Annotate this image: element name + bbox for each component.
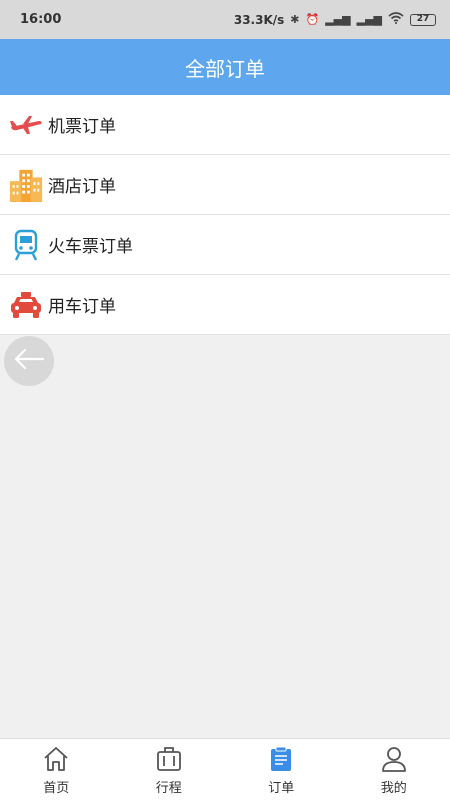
bluetooth-icon: ✱ — [290, 13, 300, 26]
network-speed: 33.3K/s — [233, 12, 285, 27]
luggage-icon — [155, 745, 183, 773]
order-row-label: 酒店订单 — [48, 177, 116, 197]
tab-mine[interactable]: 我的 — [338, 739, 450, 800]
back-button[interactable] — [4, 336, 54, 386]
tab-home[interactable]: 首页 — [0, 739, 113, 800]
tab-label: 首页 — [43, 781, 70, 796]
status-bar: 16:00 33.3K/s ✱ ⏰ ▂▄▆ ▂▄▆ 27 — [0, 0, 450, 39]
user-icon — [380, 745, 408, 773]
wifi-icon — [388, 12, 404, 27]
hotel-building-icon — [8, 167, 44, 203]
order-row-train[interactable]: 火车票订单 — [0, 215, 450, 275]
order-clipboard-icon — [267, 745, 295, 773]
tab-trips[interactable]: 行程 — [113, 739, 226, 800]
home-icon — [42, 745, 70, 773]
order-row-label: 用车订单 — [48, 297, 116, 317]
bottom-tab-bar: 首页 行程 订单 我的 — [0, 738, 450, 800]
order-row-label: 机票订单 — [48, 117, 116, 137]
status-indicators: 33.3K/s ✱ ⏰ ▂▄▆ ▂▄▆ 27 — [234, 12, 436, 27]
signal-icon-2: ▂▄▆ — [356, 13, 382, 26]
order-row-flight[interactable]: 机票订单 — [0, 95, 450, 155]
tab-orders[interactable]: 订单 — [225, 739, 338, 800]
order-row-car[interactable]: 用车订单 — [0, 275, 450, 335]
battery-icon: 27 — [410, 13, 436, 26]
airplane-icon — [8, 107, 44, 143]
order-row-hotel[interactable]: 酒店订单 — [0, 155, 450, 215]
order-row-label: 火车票订单 — [48, 237, 133, 257]
status-time: 16:00 — [20, 12, 62, 27]
signal-icon: ▂▄▆ — [325, 13, 351, 26]
arrow-left-icon — [13, 348, 45, 374]
order-category-list: 机票订单 酒店订单 火车票订单 用车订单 — [0, 95, 450, 335]
train-icon — [8, 227, 44, 263]
alarm-icon: ⏰ — [305, 13, 320, 26]
tab-label: 我的 — [380, 781, 407, 796]
tab-label: 订单 — [268, 781, 295, 796]
car-icon — [8, 287, 44, 323]
page-title: 全部订单 — [185, 56, 265, 81]
tab-label: 行程 — [155, 781, 182, 796]
header-bar: 全部订单 — [0, 39, 450, 95]
